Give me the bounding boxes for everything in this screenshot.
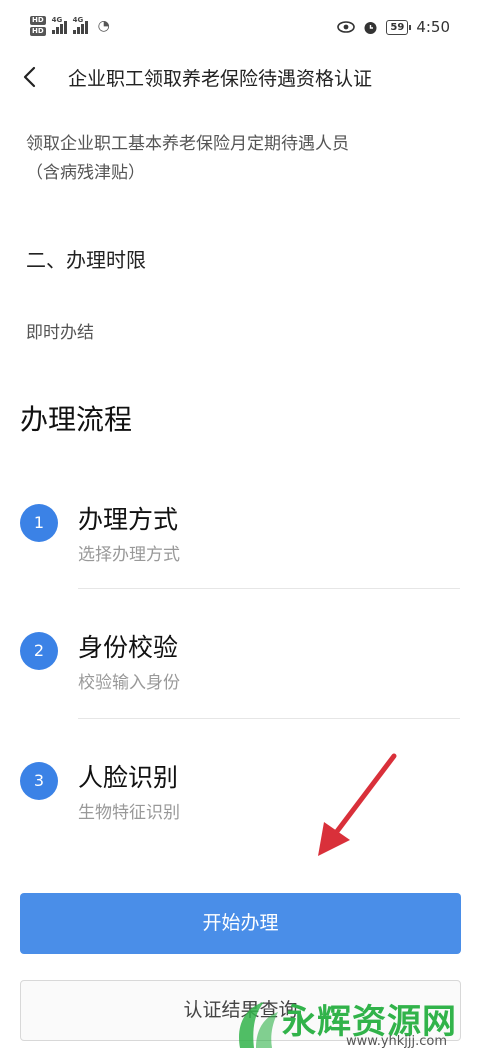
signal-icon: 4G	[51, 16, 67, 34]
network-type-label: 4G	[51, 16, 63, 24]
clock-time: 4:50	[416, 18, 450, 36]
watermark-logo-icon	[239, 1002, 278, 1048]
step-number-badge: 2	[20, 632, 58, 670]
process-step[interactable]: 1 办理方式 选择办理方式	[20, 500, 460, 628]
step-subtitle: 校验输入身份	[78, 673, 180, 693]
alarm-icon	[364, 21, 377, 34]
step-title: 身份校验	[78, 633, 179, 662]
step-subtitle: 选择办理方式	[78, 545, 180, 565]
time-limit-value: 即时办结	[26, 323, 94, 343]
back-button[interactable]	[16, 62, 46, 92]
hd-icon: HD	[30, 27, 46, 36]
status-bar: HD HD 4G 4G ◔ 59 4:50	[0, 0, 480, 58]
step-title: 办理方式	[78, 505, 179, 534]
divider	[78, 718, 460, 719]
eligibility-text: 领取企业职工基本养老保险月定期待遇人员 （含病残津贴）	[26, 130, 456, 188]
header-bar: 企业职工领取养老保险待遇资格认证	[0, 58, 480, 98]
start-button[interactable]: 开始办理	[20, 893, 461, 954]
step-number-badge: 1	[20, 504, 58, 542]
page-title: 企业职工领取养老保险待遇资格认证	[68, 68, 373, 90]
hd-icon: HD	[30, 16, 46, 25]
process-step[interactable]: 2 身份校验 校验输入身份	[20, 628, 460, 756]
process-title: 办理流程	[20, 403, 133, 436]
watermark: 永辉资源网 www.yhkjjj.com	[230, 988, 480, 1061]
chevron-left-icon	[23, 66, 36, 88]
step-title: 人脸识别	[78, 763, 179, 792]
wifi-icon: ◔	[97, 18, 110, 34]
intro-line: 领取企业职工基本养老保险月定期待遇人员	[26, 134, 349, 154]
step-subtitle: 生物特征识别	[78, 803, 180, 823]
signal-icon: 4G	[72, 16, 88, 34]
status-left: HD HD 4G 4G ◔	[30, 16, 110, 36]
network-type-label: 4G	[72, 16, 84, 24]
intro-line: （含病残津贴）	[26, 163, 145, 183]
step-number-badge: 3	[20, 762, 58, 800]
annotation-arrow-icon	[318, 753, 397, 856]
watermark-url: www.yhkjjj.com	[346, 1034, 448, 1049]
hd-badges: HD HD	[30, 16, 46, 36]
status-right: 59 4:50	[337, 18, 450, 36]
eye-icon	[337, 21, 356, 33]
time-limit-heading: 二、办理时限	[26, 248, 146, 272]
divider	[78, 588, 460, 589]
battery-icon: 59	[386, 19, 412, 35]
